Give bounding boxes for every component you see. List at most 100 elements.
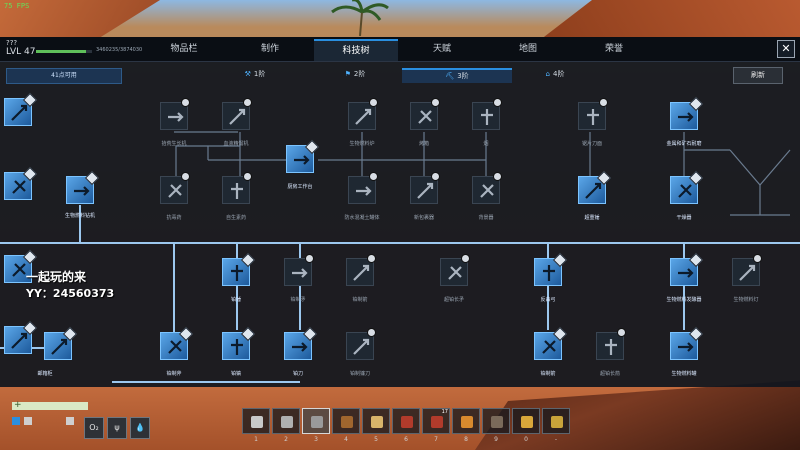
item-icon [739, 264, 756, 281]
tech-node-label: 生物燃料炉 [349, 141, 375, 147]
tech-node[interactable] [472, 172, 502, 204]
hotbar-slot-number: 3 [314, 436, 318, 443]
hotbar-slot-number: 1 [254, 436, 258, 443]
item-icon [605, 339, 617, 355]
tech-node[interactable] [578, 170, 612, 204]
tech-node[interactable] [670, 326, 704, 360]
tech-node[interactable] [222, 172, 252, 204]
hotbar-slot[interactable]: 9 [482, 408, 510, 443]
tech-node[interactable] [222, 252, 256, 286]
tech-node[interactable] [4, 92, 38, 126]
tech-node[interactable] [4, 166, 38, 200]
tech-node[interactable] [44, 326, 78, 360]
lock-icon [599, 98, 608, 107]
item-icon [292, 268, 308, 278]
lock-icon [369, 172, 378, 181]
hotbar-slot[interactable]: 2 [272, 408, 300, 443]
hotbar-slot[interactable]: 6 [392, 408, 420, 443]
hotbar-item-icon [281, 416, 293, 428]
item-icon [418, 110, 432, 124]
tech-node[interactable] [578, 98, 608, 130]
tech-node[interactable] [348, 172, 378, 204]
lock-icon [243, 98, 252, 107]
tech-node[interactable] [66, 170, 100, 204]
lock-icon [367, 328, 376, 337]
tech-node[interactable] [4, 320, 38, 354]
tech-node[interactable] [732, 254, 762, 286]
lock-icon [369, 98, 378, 107]
hotbar-slot[interactable]: 4 [332, 408, 360, 443]
tech-node-label: 干燥器 [676, 215, 692, 221]
tech-node[interactable] [160, 98, 190, 130]
tech-node[interactable] [160, 326, 194, 360]
tech-node[interactable] [160, 172, 190, 204]
hotbar-slot[interactable]: 0 [512, 408, 540, 443]
item-icon [587, 109, 599, 125]
tech-node[interactable] [534, 326, 568, 360]
hotbar-slot[interactable]: 5 [362, 408, 390, 443]
item-icon [353, 264, 370, 281]
lock-icon [493, 98, 502, 107]
tech-node-label: 自生素药 [225, 215, 246, 221]
tech-node[interactable] [222, 98, 252, 130]
tech-node-label: 铂制箭 [540, 371, 556, 377]
tech-node-label: 背景器 [478, 215, 494, 221]
tech-node-label: 烤箱 [418, 141, 429, 147]
tech-node-label: 铂镐 [230, 371, 241, 377]
item-icon [11, 332, 28, 349]
tech-node[interactable] [284, 254, 314, 286]
tech-node-label: 铂制镰刀 [349, 371, 370, 377]
hotbar-slot[interactable]: 3 [302, 408, 330, 443]
item-icon [480, 184, 494, 198]
hotbar-item-icon [431, 416, 443, 428]
item-icon [543, 265, 555, 281]
hotbar-slot[interactable]: 8 [452, 408, 480, 443]
item-icon [542, 340, 556, 354]
hotbar-slot[interactable]: 1 [242, 408, 270, 443]
tech-node-label: 邮箱柜 [37, 371, 53, 377]
lock-icon [431, 98, 440, 107]
hotbar-item-count: 17 [441, 409, 448, 415]
health-plus-icon: + [14, 400, 22, 410]
lock-icon [493, 172, 502, 181]
hotbar-slot-number: 9 [494, 436, 498, 443]
hotbar-item-icon [311, 416, 323, 428]
tech-node[interactable] [284, 326, 318, 360]
hotbar-item-icon [341, 416, 353, 428]
tech-node[interactable] [222, 326, 256, 360]
item-icon [678, 184, 692, 198]
hotbar-slot[interactable]: 7 17 [422, 408, 450, 443]
tech-node-label: 厨房工作台 [287, 184, 313, 190]
tech-node[interactable] [670, 96, 704, 130]
hotbar-slot-number: 6 [404, 436, 408, 443]
lock-icon [617, 328, 626, 337]
tech-node[interactable] [534, 252, 568, 286]
tech-node[interactable] [596, 328, 626, 360]
lock-icon [305, 254, 314, 263]
hotbar-item-icon [401, 416, 413, 428]
tech-node[interactable] [348, 98, 378, 130]
tech-node[interactable] [410, 98, 440, 130]
tech-node-label: 铂制矛 [290, 297, 306, 303]
tech-node[interactable] [670, 252, 704, 286]
tech-node-label: 铂刀 [292, 371, 303, 377]
tech-node[interactable] [440, 254, 470, 286]
tech-node[interactable] [286, 139, 320, 173]
tech-node[interactable] [346, 254, 376, 286]
tech-node[interactable] [472, 98, 502, 130]
tech-node-label: 生物燃料灯 [733, 297, 759, 303]
item-icon [417, 182, 434, 199]
tech-node-label: 铂制斧 [166, 371, 182, 377]
tech-node[interactable] [670, 170, 704, 204]
item-icon [294, 155, 310, 165]
status-icon [24, 417, 32, 425]
tech-node-label: 金属和矿石耐磨 [666, 141, 702, 147]
hotbar-item-icon [521, 416, 533, 428]
tech-node[interactable] [346, 328, 376, 360]
tech-node-label: 烟 [483, 141, 489, 147]
hotbar-slot[interactable]: - [542, 408, 570, 443]
hotbar-slot-number: 0 [524, 436, 528, 443]
lock-icon [181, 98, 190, 107]
item-icon [11, 104, 28, 121]
tech-node[interactable] [410, 172, 440, 204]
